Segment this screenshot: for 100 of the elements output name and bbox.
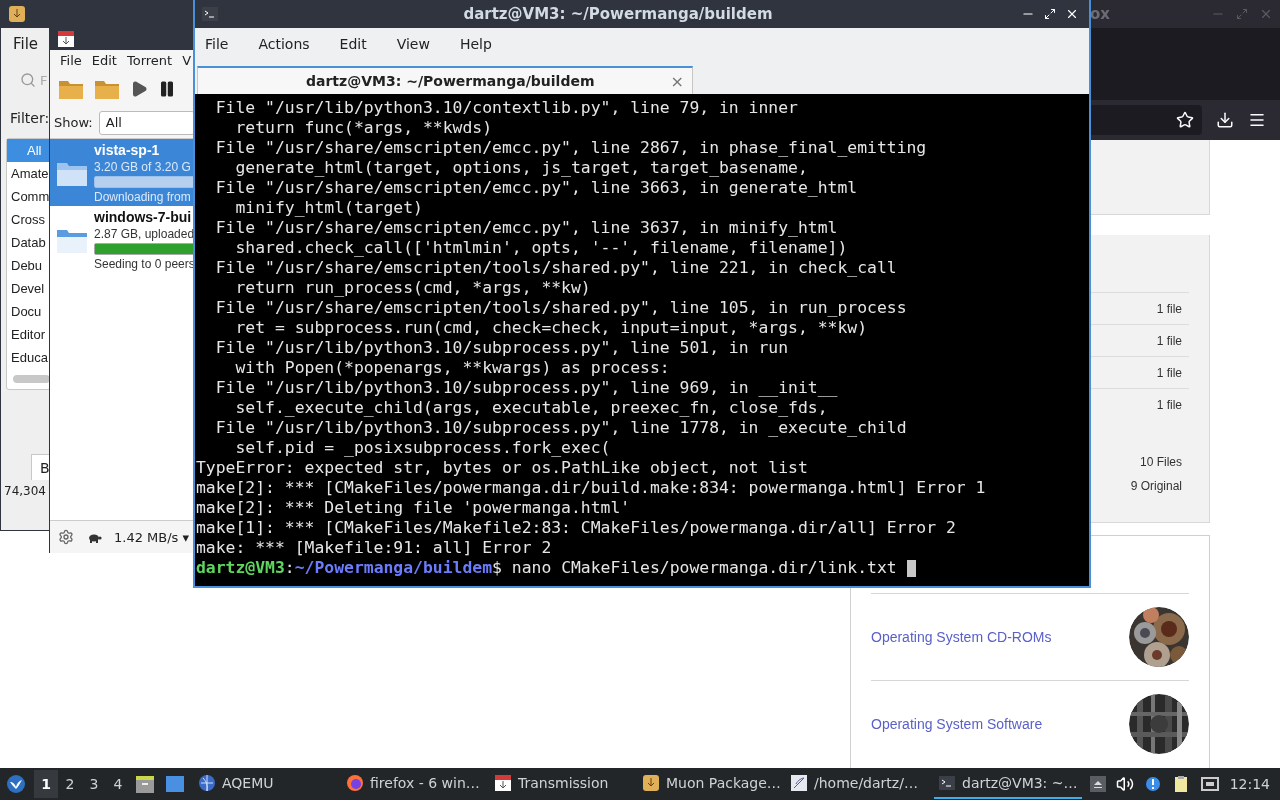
category-item[interactable]: Docu [7, 300, 50, 323]
terminal-line: return run_process(cmd, *args, **kw) [234, 278, 591, 298]
menu-item[interactable]: Torrent [126, 52, 173, 68]
pause-icon[interactable] [158, 79, 176, 98]
window-icon [164, 773, 186, 795]
package-icon [57, 29, 75, 48]
download-box-icon [8, 5, 26, 23]
workspace-button[interactable]: 2 [58, 770, 82, 798]
category-item[interactable]: Devel [7, 277, 50, 300]
play-icon[interactable] [130, 79, 148, 98]
collection-link[interactable]: Operating System CD-ROMs [871, 629, 1052, 645]
torrent-status: Seeding to 0 peers [94, 256, 195, 271]
notification-icon [1143, 775, 1162, 793]
terminal-line: File "/usr/share/emscripten/tools/shared.py", line 221, in check_call [214, 258, 897, 278]
settings-icon[interactable] [58, 529, 74, 545]
menu-item[interactable]: Actions [258, 36, 310, 52]
menu-item[interactable]: V [182, 52, 192, 68]
menu-item[interactable]: Edit [339, 36, 367, 52]
category-item[interactable]: Comm [7, 185, 50, 208]
star-icon[interactable] [1176, 111, 1194, 129]
workspace-button[interactable]: 4 [106, 770, 130, 798]
file-count: 1 file [1156, 333, 1182, 348]
terminal-line: ret = subprocess.run(cmd, check=check, input=input, *args, **kw) [234, 318, 868, 338]
feather-icon [790, 774, 808, 792]
collection-link[interactable]: Operating System Software [871, 716, 1043, 732]
download-box-icon [642, 774, 660, 792]
show-label: Show: [54, 115, 93, 130]
task-button[interactable]: AQEMU [194, 769, 342, 799]
menu-item[interactable]: Edit [91, 52, 117, 68]
terminal-line: self._execute_child(args, executable, preexec_fn, close_fds, [234, 398, 828, 418]
network-icon [1199, 774, 1220, 794]
terminal-line: File "/usr/lib/python3.10/subprocess.py", line 501, in run [214, 338, 789, 358]
terminal-line: make: *** [Makefile:91: all] Error 2 [196, 538, 552, 558]
task-button[interactable]: Transmission [490, 769, 638, 799]
category-item[interactable]: Editor [7, 323, 50, 346]
terminal-icon [938, 774, 956, 792]
eject-icon [1089, 776, 1106, 792]
task-button[interactable]: Muon Package… [638, 769, 786, 799]
terminal-tab[interactable]: dartz@VM3: ~/Powermanga/buildem × [197, 66, 693, 94]
category-item[interactable]: Amate [7, 162, 50, 185]
workspace-button[interactable]: 3 [82, 770, 106, 798]
globe-icon [198, 774, 216, 792]
file-count: 1 file [1156, 365, 1182, 380]
category-item[interactable]: Cross [7, 208, 50, 231]
torrent-size: 2.87 GB, uploaded [94, 226, 195, 241]
terminal-icon [201, 5, 219, 23]
total-count: 9 Original [1130, 479, 1182, 493]
file-count: 1 file [1156, 301, 1182, 316]
menu-item[interactable]: Help [459, 36, 492, 52]
workspace-button[interactable]: 1 [34, 770, 58, 798]
task-button[interactable]: /home/dartz/… [786, 769, 934, 799]
firefox-icon [346, 774, 364, 792]
task-button[interactable]: dartz@VM3: ~… [934, 769, 1082, 799]
window-title: dartz@VM3: ~/Powermanga/buildem [462, 5, 774, 23]
terminal-line: File "/usr/lib/python3.10/subprocess.py", line 1778, in _execute_child [214, 418, 907, 438]
torrent-status: Downloading from [94, 189, 192, 204]
scrollbar[interactable] [13, 375, 50, 383]
menu-item[interactable]: File [205, 36, 229, 52]
clock[interactable]: 12:14 [1229, 776, 1270, 792]
terminal-line: File "/usr/share/emscripten/emcc.py", line 2867, in phase_final_emitting [214, 138, 927, 158]
terminal-line: File "/usr/lib/python3.10/subprocess.py", line 969, in __init__ [214, 378, 838, 398]
show-dropdown[interactable]: All [98, 110, 195, 135]
search-icon [20, 72, 36, 88]
status-text: 74,304 [4, 484, 46, 498]
terminal-line: make[2]: *** Deleting file 'powermanga.html' [196, 498, 631, 518]
file-cabinet-icon [134, 773, 156, 795]
package-icon [494, 774, 512, 792]
terminal-line: File "/usr/share/emscripten/emcc.py", line 3663, in generate_html [214, 178, 858, 198]
torrent-size: 3.20 GB of 3.20 G [94, 159, 192, 174]
menu-item[interactable]: File [60, 52, 82, 68]
torrent-name: windows-7-bui [94, 208, 193, 225]
torrent-row[interactable]: vista-sp-1 3.20 GB of 3.20 G Downloading from [50, 139, 195, 206]
category-item[interactable]: Debu [7, 254, 50, 277]
download-icon[interactable] [1216, 111, 1234, 129]
window-title: ox [1090, 5, 1111, 23]
menu-item[interactable]: View [396, 36, 430, 52]
terminal-line: make[1]: *** [CMakeFiles/Makefile2:83: CMakeFiles/powermanga.dir/all] Error 2 [196, 518, 956, 538]
volume-icon[interactable] [1115, 775, 1134, 793]
terminal-line: self.pid = _posixsubprocess.fork_exec( [234, 438, 611, 458]
terminal-line: File "/usr/lib/python3.10/contextlib.py", line 79, in inner [214, 98, 798, 118]
terminal-line: return func(*args, **kwds) [234, 118, 493, 138]
task-button[interactable]: firefox - 6 win… [342, 769, 490, 799]
menu-icon[interactable] [1248, 111, 1266, 129]
total-count: 10 Files [1139, 455, 1182, 469]
file-count: 1 file [1156, 397, 1182, 412]
terminal-line: make[2]: *** [CMakeFiles/powermanga.dir/build.make:834: powermanga.html] Error 1 [196, 478, 986, 498]
terminal-line: minify_html(target) [234, 198, 423, 218]
terminal-line: File "/usr/share/emscripten/emcc.py", line 3637, in minify_html [214, 218, 838, 238]
category-item[interactable]: Educa [7, 346, 50, 369]
terminal-line: TypeError: expected str, bytes or os.PathLike object, not list [196, 458, 808, 478]
torrent-name: vista-sp-1 [94, 141, 161, 158]
category-item[interactable]: Datab [7, 231, 50, 254]
terminal-line: generate_html(target, options, js_target, target_basename, [234, 158, 808, 178]
terminal-line: shared.check_call(['htmlmin', opts, '--', filename, filename]) [234, 238, 848, 258]
terminal-line: File "/usr/share/emscripten/tools/shared.py", line 105, in run_process [214, 298, 907, 318]
cursor [906, 559, 916, 577]
prompt-line: dartz@VM3:~/Powermanga/buildem$ nano CMakeFiles/powermanga.dir/link.txt [196, 558, 897, 578]
terminal-line: with Popen(*popenargs, **kwargs) as process: [234, 358, 670, 378]
close-icon[interactable]: × [670, 71, 684, 91]
menu-item[interactable]: File [13, 35, 39, 53]
